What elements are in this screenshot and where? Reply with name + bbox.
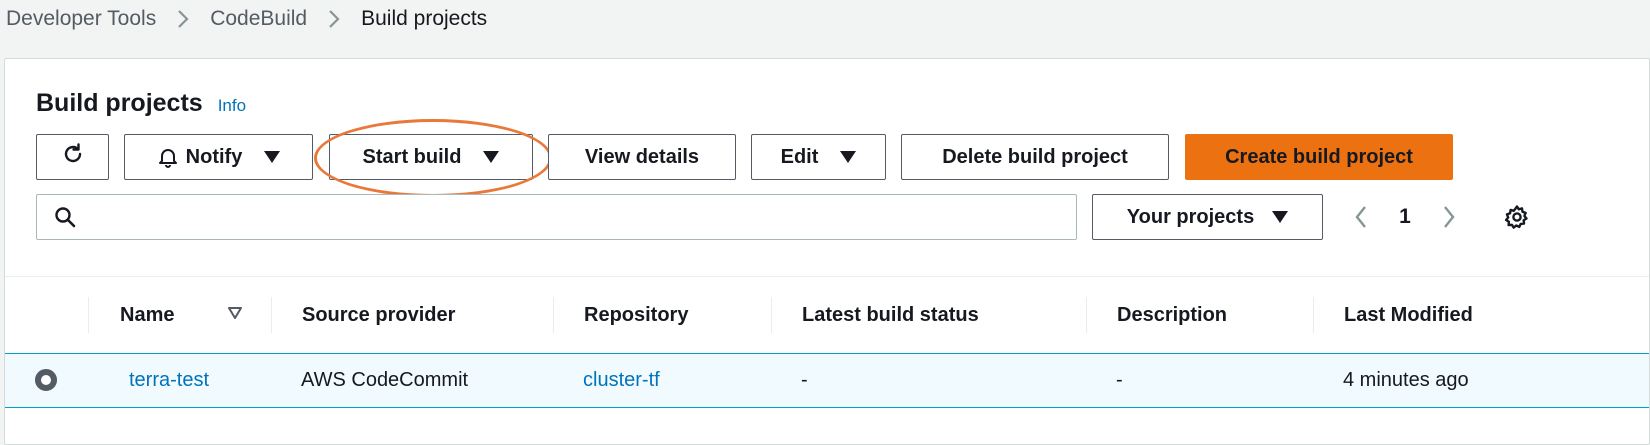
search-box xyxy=(36,194,1077,240)
repository-link[interactable]: cluster-tf xyxy=(583,354,660,407)
delete-build-project-button[interactable]: Delete build project xyxy=(901,134,1169,180)
column-separator xyxy=(88,297,89,333)
column-separator xyxy=(271,297,272,333)
create-build-project-button[interactable]: Create build project xyxy=(1185,134,1453,180)
column-separator xyxy=(1313,297,1314,333)
column-header-description[interactable]: Description xyxy=(1117,291,1227,339)
table-row[interactable]: terra-test AWS CodeCommit cluster-tf - -… xyxy=(5,353,1649,408)
row-radio-button[interactable] xyxy=(35,369,57,391)
bell-icon xyxy=(157,146,179,168)
chevron-right-icon xyxy=(307,0,361,38)
breadcrumb: Developer Tools CodeBuild Build projects xyxy=(6,0,487,38)
current-page-number[interactable]: 1 xyxy=(1393,202,1417,232)
breadcrumb-build-projects: Build projects xyxy=(361,7,488,30)
cell-description: - xyxy=(1116,369,1123,391)
sort-descending-icon[interactable] xyxy=(227,305,243,321)
chevron-right-icon xyxy=(156,0,210,38)
caret-down-icon xyxy=(483,151,500,163)
cell-latest-build-status: - xyxy=(801,369,808,391)
start-build-label: Start build xyxy=(362,145,462,168)
column-header-repository[interactable]: Repository xyxy=(584,291,688,339)
projects-filter-select[interactable]: Your projects xyxy=(1092,194,1323,240)
view-details-button[interactable]: View details xyxy=(548,134,736,180)
project-name-link[interactable]: terra-test xyxy=(129,354,209,407)
column-header-last-modified[interactable]: Last Modified xyxy=(1344,291,1473,339)
page-title: Build projects xyxy=(36,89,203,117)
notify-button[interactable]: Notify xyxy=(124,134,313,180)
column-header-name[interactable]: Name xyxy=(120,291,174,339)
cell-source-provider: AWS CodeCommit xyxy=(301,369,469,391)
column-separator xyxy=(553,297,554,333)
previous-page-button[interactable] xyxy=(1346,202,1376,232)
filter-selected-value: Your projects xyxy=(1126,205,1255,228)
panel-header: Build projects Info xyxy=(36,89,246,118)
search-input[interactable] xyxy=(93,195,1076,239)
caret-down-icon xyxy=(840,151,857,163)
start-build-button[interactable]: Start build xyxy=(329,134,533,180)
edit-button[interactable]: Edit xyxy=(751,134,886,180)
chevron-left-icon xyxy=(1353,204,1369,230)
column-separator xyxy=(771,297,772,333)
table-header: Name Source provider Repository Latest b… xyxy=(5,291,1649,339)
search-icon xyxy=(37,206,93,228)
refresh-button[interactable] xyxy=(36,134,109,180)
refresh-icon xyxy=(61,142,85,172)
column-separator xyxy=(1086,297,1087,333)
caret-down-icon xyxy=(1272,211,1289,223)
build-projects-panel: Build projects Info Notify Start build V… xyxy=(4,58,1650,445)
next-page-button[interactable] xyxy=(1434,202,1464,232)
breadcrumb-codebuild[interactable]: CodeBuild xyxy=(210,7,307,31)
table-settings-button[interactable] xyxy=(1502,202,1532,232)
column-header-source-provider[interactable]: Source provider xyxy=(302,291,455,339)
edit-label: Edit xyxy=(780,145,819,168)
gear-icon xyxy=(1504,204,1530,230)
chevron-right-icon xyxy=(1441,204,1457,230)
cell-last-modified: 4 minutes ago xyxy=(1343,369,1469,391)
breadcrumb-developer-tools[interactable]: Developer Tools xyxy=(6,7,156,31)
info-link[interactable]: Info xyxy=(218,96,246,116)
notify-label: Notify xyxy=(185,145,243,168)
caret-down-icon xyxy=(264,151,281,163)
table-divider xyxy=(5,276,1649,277)
column-header-latest-build-status[interactable]: Latest build status xyxy=(802,291,979,339)
